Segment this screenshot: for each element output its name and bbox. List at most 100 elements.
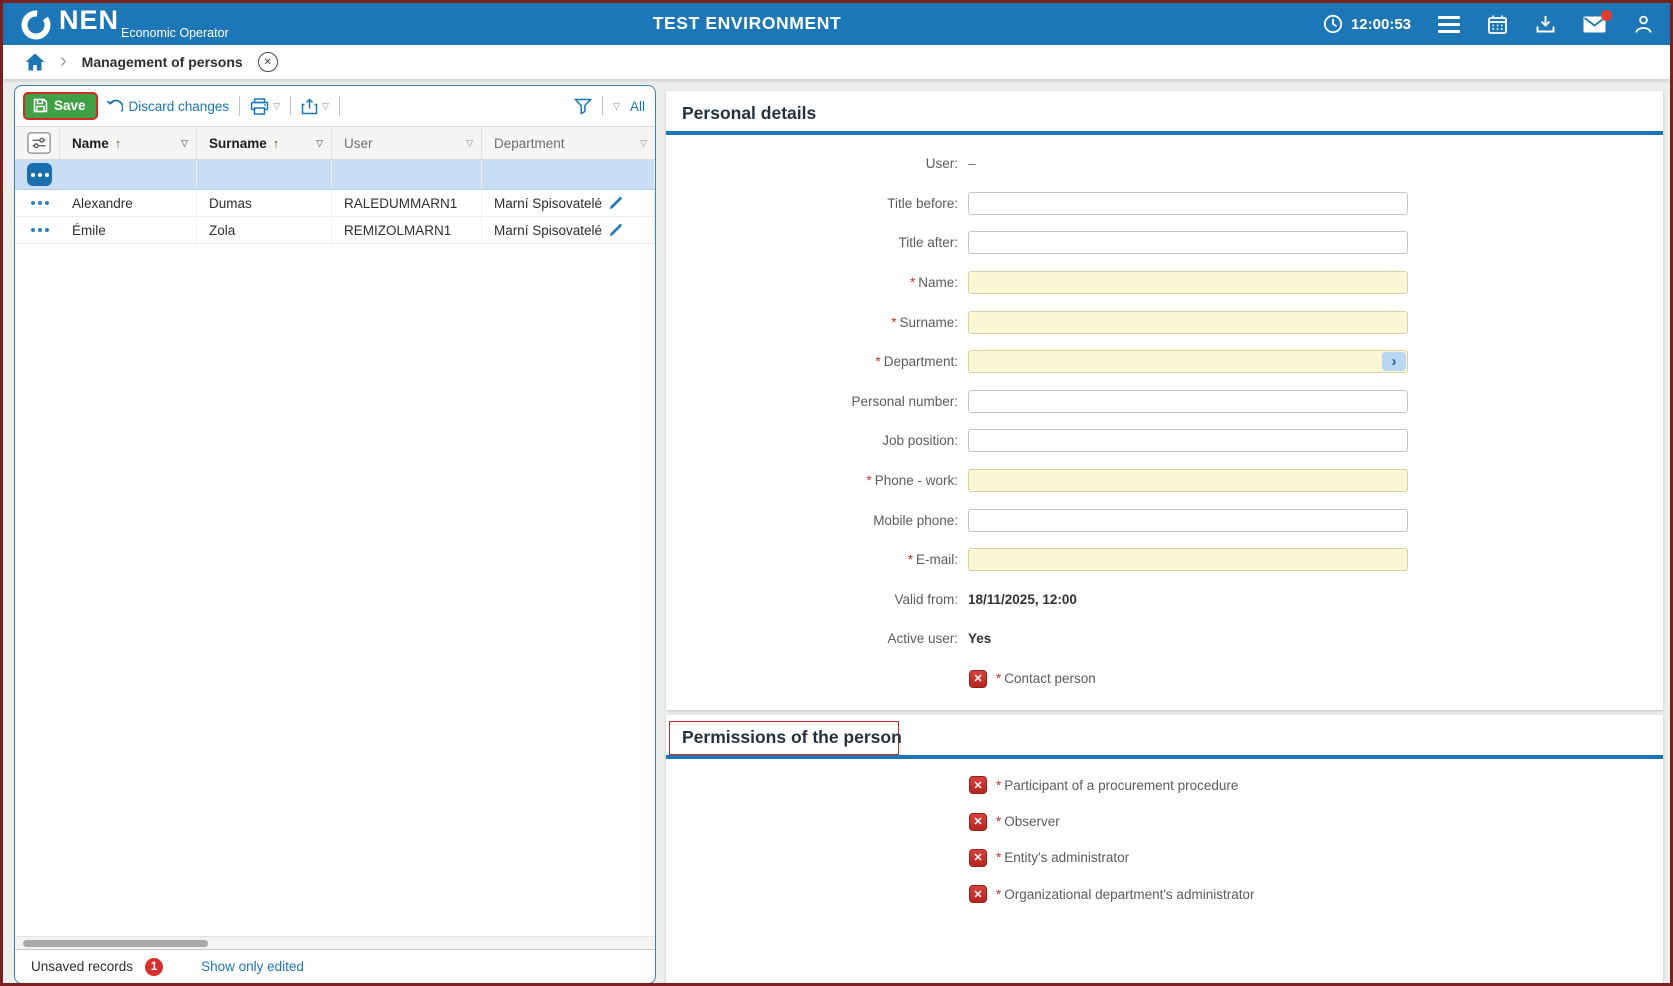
clock-icon bbox=[1323, 14, 1343, 34]
sort-asc-icon: ↑ bbox=[115, 136, 122, 151]
column-filter-icon[interactable]: ▽ bbox=[181, 138, 188, 149]
printer-icon bbox=[250, 98, 269, 115]
sort-asc-icon: ↑ bbox=[273, 136, 280, 151]
department-picker-button[interactable]: › bbox=[1382, 352, 1406, 371]
participant-checkbox[interactable]: ✕ bbox=[969, 776, 987, 794]
job-position-field[interactable] bbox=[968, 429, 1408, 452]
discard-changes-button[interactable]: Discard changes bbox=[106, 99, 230, 114]
discard-undo-icon bbox=[106, 99, 123, 114]
grid-header-row: Name ↑ ▽ Surname ↑ ▽ User ▽ Department ▽ bbox=[15, 126, 655, 160]
column-filter-icon[interactable]: ▽ bbox=[316, 138, 323, 149]
environment-title: TEST ENVIRONMENT bbox=[653, 13, 842, 34]
title-after-field[interactable] bbox=[968, 231, 1408, 254]
export-caret-icon[interactable]: ▽ bbox=[322, 101, 329, 112]
valid-from-value: 18/11/2025, 12:00 bbox=[968, 592, 1077, 607]
unsaved-records-label: Unsaved records bbox=[31, 959, 133, 974]
filter-preset-all[interactable]: All bbox=[630, 99, 645, 114]
active-user-value: Yes bbox=[968, 631, 991, 646]
unsaved-count-badge: 1 bbox=[145, 958, 163, 976]
filter-funnel-icon[interactable] bbox=[574, 98, 592, 115]
field-row-user: User: – bbox=[666, 144, 1663, 184]
tab-management-of-persons[interactable]: Management of persons bbox=[82, 54, 243, 70]
edit-pencil-icon[interactable] bbox=[609, 223, 623, 237]
x-mark-icon: ✕ bbox=[973, 672, 982, 685]
calendar-icon[interactable] bbox=[1487, 14, 1508, 35]
field-row-personal-number: Personal number: bbox=[666, 382, 1663, 422]
chevron-right-icon: › bbox=[1392, 353, 1397, 370]
save-icon bbox=[33, 98, 48, 113]
grid-footer: Unsaved records 1 Show only edited bbox=[15, 949, 655, 983]
personal-details-title: Personal details bbox=[682, 103, 816, 124]
column-header-department[interactable]: Department ▽ bbox=[482, 127, 655, 159]
personal-details-card: Personal details User: – Title before: T… bbox=[666, 91, 1663, 710]
top-header-bar: NEN Economic Operator TEST ENVIRONMENT 1… bbox=[3, 3, 1670, 45]
toolbar-separator bbox=[602, 96, 603, 116]
column-filter-icon[interactable]: ▽ bbox=[466, 138, 473, 149]
clock-time: 12:00:53 bbox=[1351, 16, 1411, 33]
column-filter-icon[interactable]: ▽ bbox=[640, 138, 647, 149]
column-header-name[interactable]: Name ↑ ▽ bbox=[60, 127, 197, 159]
field-row-active-user: Active user: Yes bbox=[666, 619, 1663, 659]
toolbar-separator bbox=[239, 96, 240, 116]
row-menu-button[interactable] bbox=[31, 228, 49, 232]
field-row-title-before: Title before: bbox=[666, 184, 1663, 224]
breadcrumb-chevron-icon: › bbox=[60, 51, 67, 71]
table-row[interactable]: Alexandre Dumas RALEDUMMARN1 Marní Spiso… bbox=[15, 190, 655, 217]
print-button[interactable]: ▽ bbox=[250, 98, 280, 115]
title-before-field[interactable] bbox=[968, 192, 1408, 215]
edit-pencil-icon[interactable] bbox=[609, 196, 623, 210]
field-row-contact-person: ✕ *Contact person bbox=[666, 659, 1663, 699]
brand-subtitle: Economic Operator bbox=[121, 26, 229, 40]
column-header-surname[interactable]: Surname ↑ ▽ bbox=[197, 127, 332, 159]
grid-settings-button[interactable] bbox=[15, 127, 60, 159]
field-row-name: *Name: bbox=[666, 263, 1663, 303]
x-mark-icon: ✕ bbox=[973, 888, 982, 901]
filter-preset-caret-icon[interactable]: ▽ bbox=[613, 101, 620, 112]
permission-row-participant: ✕ *Participant of a procurement procedur… bbox=[666, 767, 1663, 803]
nen-logo-icon bbox=[19, 8, 53, 42]
save-button[interactable]: Save bbox=[25, 94, 96, 118]
table-row-new[interactable] bbox=[15, 160, 655, 190]
contact-person-checkbox[interactable]: ✕ bbox=[969, 670, 987, 688]
tab-close-icon[interactable]: ✕ bbox=[258, 52, 278, 72]
user-value: – bbox=[968, 156, 976, 171]
observer-checkbox[interactable]: ✕ bbox=[969, 813, 987, 831]
table-row[interactable]: Émile Zola REMIZOLMARN1 Marní Spisovatel… bbox=[15, 217, 655, 244]
download-tray-icon[interactable] bbox=[1535, 14, 1556, 35]
section-underline bbox=[666, 131, 1663, 135]
menu-icon[interactable] bbox=[1438, 16, 1460, 33]
field-row-department: *Department: › bbox=[666, 342, 1663, 382]
field-row-job-position: Job position: bbox=[666, 421, 1663, 461]
grid-empty-area bbox=[15, 244, 655, 936]
phone-work-field[interactable] bbox=[968, 469, 1408, 492]
x-mark-icon: ✕ bbox=[973, 851, 982, 864]
clock-display: 12:00:53 bbox=[1323, 14, 1411, 34]
toolbar-separator bbox=[290, 96, 291, 116]
column-header-user[interactable]: User ▽ bbox=[332, 127, 482, 159]
permissions-title: Permissions of the person bbox=[682, 727, 902, 748]
x-mark-icon: ✕ bbox=[973, 815, 982, 828]
scrollbar-thumb[interactable] bbox=[23, 940, 208, 947]
user-profile-icon[interactable] bbox=[1633, 14, 1654, 35]
department-field[interactable] bbox=[968, 350, 1408, 373]
section-underline bbox=[666, 755, 1663, 759]
persons-grid-panel: Save Discard changes bbox=[14, 85, 656, 984]
print-caret-icon[interactable]: ▽ bbox=[273, 101, 280, 112]
surname-field[interactable] bbox=[968, 311, 1408, 334]
mobile-phone-field[interactable] bbox=[968, 509, 1408, 532]
export-button[interactable]: ▽ bbox=[301, 98, 329, 115]
mail-icon[interactable] bbox=[1583, 16, 1606, 33]
horizontal-scrollbar[interactable] bbox=[15, 936, 655, 949]
personal-number-field[interactable] bbox=[968, 390, 1408, 413]
email-field[interactable] bbox=[968, 548, 1408, 571]
name-field[interactable] bbox=[968, 271, 1408, 294]
permission-row-entity-admin: ✕ *Entity's administrator bbox=[666, 840, 1663, 876]
row-menu-button[interactable] bbox=[31, 201, 49, 205]
show-only-edited-link[interactable]: Show only edited bbox=[201, 959, 304, 974]
field-row-title-after: Title after: bbox=[666, 223, 1663, 263]
row-menu-button[interactable] bbox=[27, 163, 52, 186]
brand-name: NEN bbox=[59, 5, 119, 36]
entity-admin-checkbox[interactable]: ✕ bbox=[969, 849, 987, 867]
home-icon[interactable] bbox=[25, 53, 45, 71]
org-dept-admin-checkbox[interactable]: ✕ bbox=[969, 885, 987, 903]
